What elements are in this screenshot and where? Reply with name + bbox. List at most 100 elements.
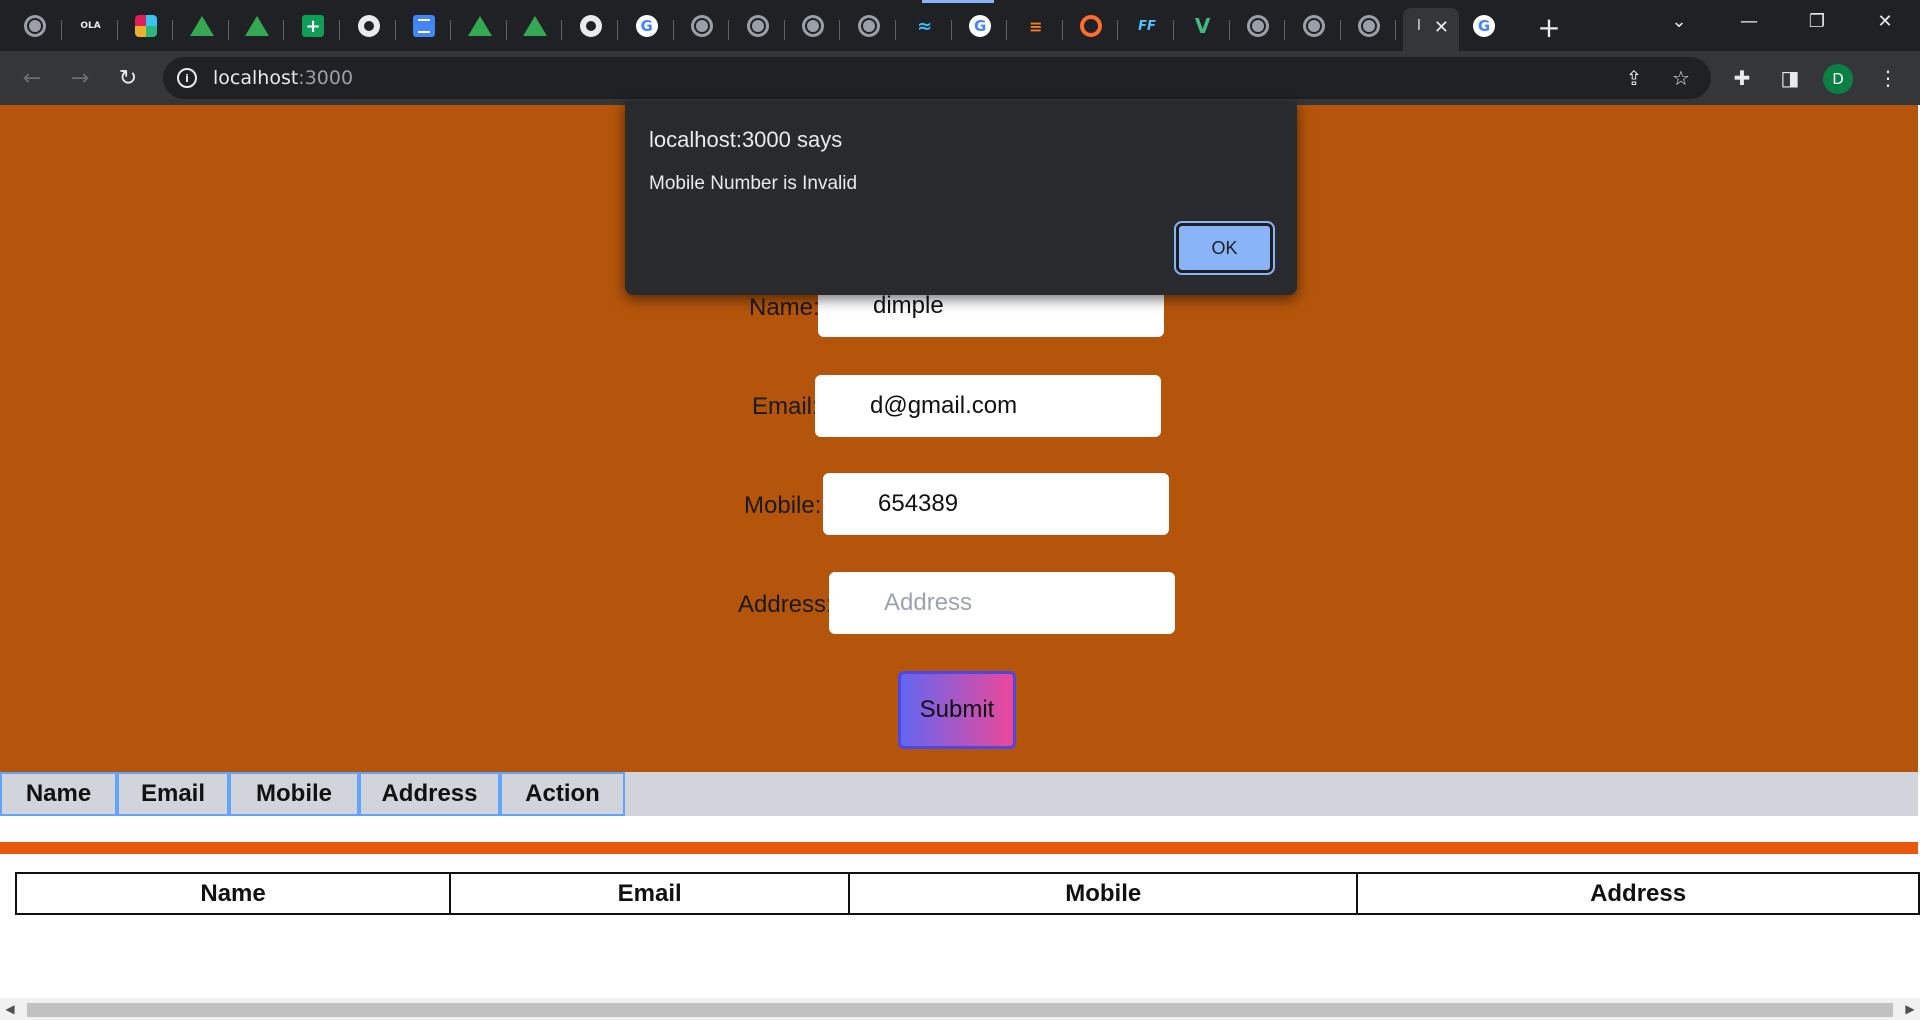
- browser-tab[interactable]: [230, 8, 285, 44]
- globe-icon: [24, 15, 46, 37]
- google-drive-icon: [245, 16, 270, 36]
- address-input[interactable]: [829, 572, 1175, 634]
- tab-separator: [339, 20, 340, 40]
- globe-icon: [858, 15, 880, 37]
- mobile-input[interactable]: [823, 473, 1169, 535]
- active-tab[interactable]: l ✕: [1403, 8, 1459, 51]
- header-col-name: Name: [0, 772, 117, 816]
- tab-loading-indicator: [922, 0, 994, 3]
- browser-tab[interactable]: [119, 8, 174, 44]
- browser-tab[interactable]: [564, 8, 618, 44]
- browser-tab[interactable]: ≈: [898, 8, 952, 44]
- back-button[interactable]: ←: [14, 60, 50, 96]
- github-icon: [580, 15, 602, 37]
- address-label: Address:: [738, 591, 833, 618]
- email-input[interactable]: [815, 375, 1161, 437]
- tab-separator: [505, 20, 507, 40]
- horizontal-scrollbar[interactable]: ◀ ▶: [0, 998, 1920, 1020]
- profile-avatar[interactable]: D: [1823, 64, 1853, 94]
- tab-separator: [227, 20, 229, 40]
- tab-separator: [895, 20, 896, 40]
- browser-tab[interactable]: [397, 8, 452, 44]
- address-bar[interactable]: i localhost:3000 ⇪ ☆: [163, 57, 1711, 99]
- header-col-address: Address: [359, 772, 500, 816]
- divider-line: [0, 842, 1918, 854]
- browser-tab-strip: OLA + G ≈ G ≡ FF V l ✕ G + ⌄ — ❐ ✕: [0, 0, 1920, 51]
- dialog-ok-button[interactable]: OK: [1174, 221, 1275, 275]
- browser-tab[interactable]: [842, 8, 896, 44]
- site-info-icon[interactable]: i: [177, 68, 197, 88]
- browser-tab[interactable]: [453, 8, 507, 44]
- new-tab-button[interactable]: +: [1532, 10, 1566, 44]
- tab-search-icon[interactable]: ⌄: [1646, 0, 1712, 42]
- vue-icon: V: [1194, 14, 1211, 38]
- github-icon: [357, 15, 380, 37]
- browser-tab[interactable]: OLA: [64, 8, 118, 44]
- browser-tab[interactable]: [175, 8, 229, 44]
- submit-button[interactable]: Submit: [898, 671, 1016, 749]
- tab-separator: [1228, 20, 1230, 40]
- forward-button[interactable]: →: [62, 60, 98, 96]
- tab-separator: [728, 20, 730, 40]
- data-table-header: Name Email Mobile Address: [15, 872, 1920, 915]
- header-col-action: Action: [500, 772, 625, 816]
- browser-tab[interactable]: [1342, 8, 1397, 44]
- tab-separator: [450, 20, 452, 40]
- tab-separator: [61, 20, 62, 40]
- minimize-button[interactable]: —: [1716, 0, 1782, 42]
- browser-tab[interactable]: [508, 8, 563, 44]
- google-icon: G: [1473, 15, 1495, 37]
- dialog-title: localhost:3000 says: [649, 127, 843, 152]
- share-icon[interactable]: ⇪: [1620, 64, 1648, 92]
- google-drive-icon: [467, 16, 492, 36]
- url-text[interactable]: localhost:3000: [213, 67, 353, 89]
- table-col-mobile: Mobile: [850, 874, 1359, 913]
- close-tab-icon[interactable]: ✕: [1434, 17, 1449, 38]
- browser-tab[interactable]: +: [286, 8, 340, 44]
- active-tab-title: l: [1417, 18, 1421, 34]
- tab-separator: [283, 20, 285, 40]
- mobile-label: Mobile:: [744, 492, 822, 519]
- browser-tab[interactable]: G: [953, 8, 1008, 44]
- tab-separator: [116, 20, 118, 40]
- dialog-message: Mobile Number is Invalid: [649, 173, 858, 194]
- header-col-email: Email: [117, 772, 229, 816]
- tailwind-icon: ≈: [917, 15, 933, 37]
- browser-tab[interactable]: [1231, 8, 1286, 44]
- globe-icon: [1247, 15, 1270, 37]
- window-close-button[interactable]: ✕: [1852, 0, 1918, 42]
- browser-tab[interactable]: [731, 8, 785, 44]
- browser-tab[interactable]: FF: [1120, 8, 1174, 44]
- browser-tab[interactable]: [786, 8, 841, 44]
- google-icon: G: [969, 15, 992, 37]
- browser-tab[interactable]: [675, 8, 730, 44]
- reload-button[interactable]: ↻: [110, 60, 146, 96]
- globe-icon: [1302, 15, 1325, 37]
- browser-tab[interactable]: [342, 8, 396, 44]
- google-drive-icon: [189, 16, 214, 36]
- browser-tab[interactable]: [1287, 8, 1341, 44]
- side-panel-icon[interactable]: ◨: [1772, 60, 1808, 96]
- tab-separator: [1173, 20, 1174, 40]
- browser-tab[interactable]: [1064, 8, 1119, 44]
- tab-google[interactable]: G: [1457, 8, 1511, 44]
- extensions-icon[interactable]: ✚: [1724, 60, 1760, 96]
- browser-tab[interactable]: ≡: [1009, 8, 1063, 44]
- browser-tab[interactable]: G: [620, 8, 674, 44]
- table-col-address: Address: [1590, 879, 1687, 907]
- browser-tab[interactable]: [8, 8, 62, 44]
- url-host: localhost: [213, 67, 299, 89]
- stackoverflow-icon: ≡: [1029, 16, 1043, 36]
- bookmark-star-icon[interactable]: ☆: [1667, 64, 1695, 92]
- menu-icon[interactable]: ⋮: [1870, 60, 1906, 96]
- header-col-mobile: Mobile: [229, 772, 359, 816]
- tab-separator: [617, 20, 618, 40]
- restore-button[interactable]: ❐: [1784, 0, 1850, 42]
- tab-separator: [839, 20, 841, 40]
- scrollbar-thumb[interactable]: [27, 1003, 1893, 1017]
- browser-tab[interactable]: V: [1176, 8, 1230, 44]
- scroll-left-arrow[interactable]: ◀: [2, 1000, 18, 1018]
- scroll-right-arrow[interactable]: ▶: [1902, 1000, 1918, 1018]
- tab-separator: [672, 20, 674, 40]
- ff-icon: FF: [1138, 18, 1156, 34]
